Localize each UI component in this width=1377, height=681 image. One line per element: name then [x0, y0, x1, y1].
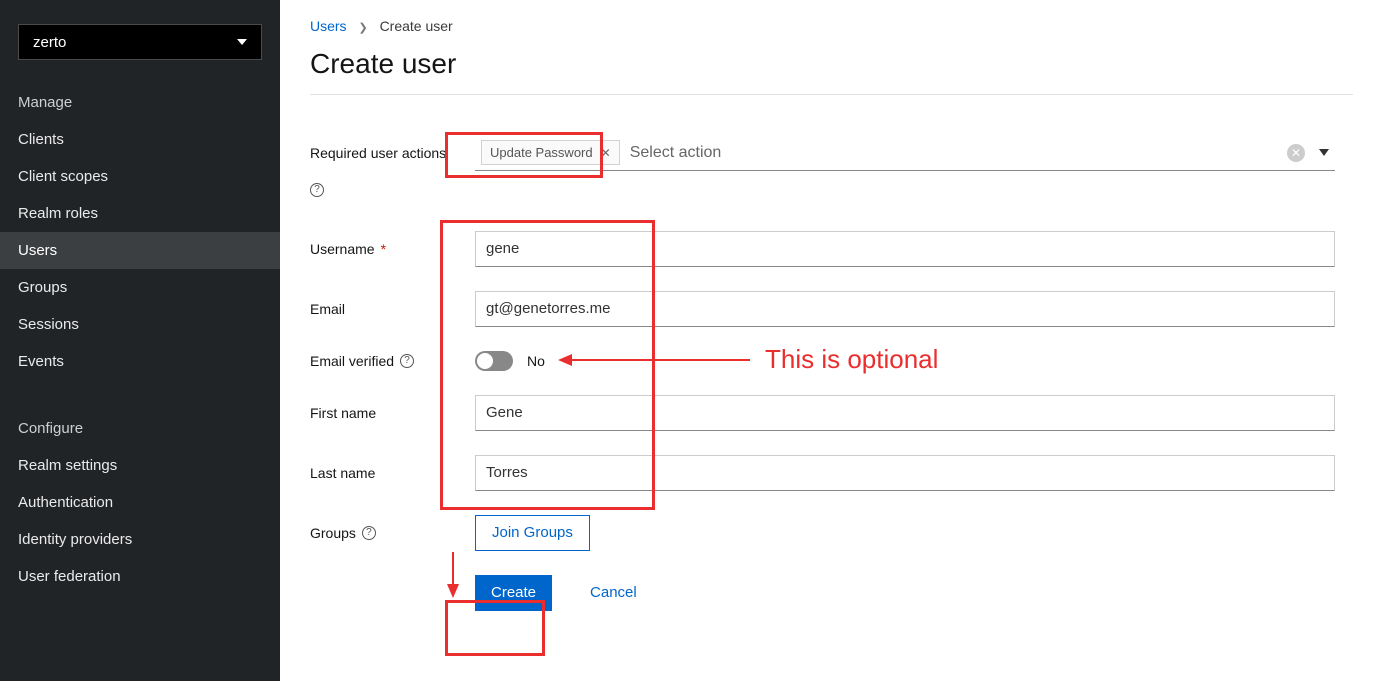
- required-marker: *: [381, 241, 386, 257]
- row-email: Email: [310, 291, 1353, 327]
- sidebar-item-authentication[interactable]: Authentication: [0, 484, 280, 521]
- email-verified-value: No: [527, 353, 545, 369]
- annotation-text-optional: This is optional: [765, 344, 938, 375]
- join-groups-button[interactable]: Join Groups: [475, 515, 590, 551]
- label-last-name: Last name: [310, 465, 375, 481]
- chip-label: Update Password: [490, 145, 593, 160]
- breadcrumb-current: Create user: [380, 18, 453, 34]
- realm-selector[interactable]: zerto: [18, 24, 262, 60]
- breadcrumb-root[interactable]: Users: [310, 18, 347, 34]
- row-last-name: Last name: [310, 455, 1353, 491]
- sidebar-item-realm-settings[interactable]: Realm settings: [0, 447, 280, 484]
- annotation-arrow-optional: [560, 359, 750, 361]
- sidebar: zerto Manage Clients Client scopes Realm…: [0, 0, 280, 681]
- main-content: Users ❯ Create user Create user Required…: [280, 0, 1377, 681]
- help-icon[interactable]: ?: [400, 354, 414, 368]
- caret-down-icon: [237, 39, 247, 45]
- create-button[interactable]: Create: [475, 575, 552, 611]
- sidebar-item-identity-providers[interactable]: Identity providers: [0, 521, 280, 558]
- action-bar: Create Cancel: [310, 575, 1353, 611]
- clear-all-icon[interactable]: ✕: [1287, 144, 1305, 162]
- email-input[interactable]: [475, 291, 1335, 327]
- caret-down-icon[interactable]: [1319, 149, 1329, 156]
- sidebar-item-client-scopes[interactable]: Client scopes: [0, 158, 280, 195]
- row-required-actions: Required user actions Update Password ✕ …: [310, 135, 1353, 171]
- chevron-right-icon: ❯: [358, 21, 367, 34]
- help-icon[interactable]: ?: [362, 526, 376, 540]
- sidebar-item-realm-roles[interactable]: Realm roles: [0, 195, 280, 232]
- email-verified-toggle[interactable]: [475, 351, 513, 371]
- sidebar-item-clients[interactable]: Clients: [0, 121, 280, 158]
- label-required-actions: Required user actions: [310, 145, 446, 161]
- required-actions-placeholder: Select action: [630, 144, 722, 162]
- toggle-knob: [477, 353, 493, 369]
- chip-remove-icon[interactable]: ✕: [601, 146, 611, 160]
- cancel-button[interactable]: Cancel: [574, 575, 653, 611]
- help-icon[interactable]: ?: [310, 183, 324, 197]
- sidebar-item-sessions[interactable]: Sessions: [0, 306, 280, 343]
- annotation-arrow-down: [452, 552, 454, 596]
- realm-name: zerto: [33, 34, 66, 51]
- label-email-verified: Email verified: [310, 353, 394, 369]
- chip-update-password: Update Password ✕: [481, 140, 620, 165]
- required-actions-select[interactable]: Update Password ✕ Select action ✕: [475, 135, 1335, 171]
- nav-section-configure: Configure: [0, 404, 280, 447]
- breadcrumb: Users ❯ Create user: [310, 18, 1353, 34]
- last-name-input[interactable]: [475, 455, 1335, 491]
- divider: [310, 94, 1353, 95]
- row-username: Username *: [310, 231, 1353, 267]
- label-groups: Groups: [310, 525, 356, 541]
- first-name-input[interactable]: [475, 395, 1335, 431]
- page-title: Create user: [310, 48, 1353, 80]
- nav-section-manage: Manage: [0, 78, 280, 121]
- row-groups: Groups ? Join Groups: [310, 515, 1353, 551]
- username-input[interactable]: [475, 231, 1335, 267]
- sidebar-item-user-federation[interactable]: User federation: [0, 558, 280, 595]
- sidebar-item-users[interactable]: Users: [0, 232, 280, 269]
- label-email: Email: [310, 301, 345, 317]
- label-first-name: First name: [310, 405, 376, 421]
- sidebar-item-groups[interactable]: Groups: [0, 269, 280, 306]
- label-username: Username: [310, 241, 375, 257]
- row-first-name: First name: [310, 395, 1353, 431]
- sidebar-item-events[interactable]: Events: [0, 343, 280, 380]
